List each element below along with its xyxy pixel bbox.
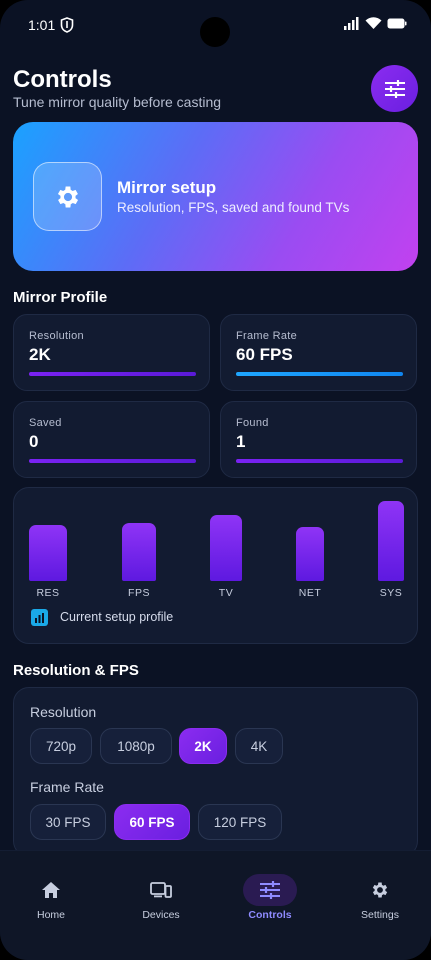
stat-label: Saved [29, 417, 62, 429]
chip-resolution-4k[interactable]: 4K [235, 728, 283, 764]
chip-frame-rate-60-fps[interactable]: 60 FPS [114, 804, 190, 840]
nav-label: Devices [142, 909, 180, 921]
nav-item-controls[interactable]: Controls [220, 851, 320, 960]
chip-resolution-720p[interactable]: 720p [30, 728, 92, 764]
stat-label: Frame Rate [236, 330, 298, 342]
hero-icon-box [33, 162, 102, 231]
nav-item-settings[interactable]: Settings [330, 851, 430, 960]
gear-icon [369, 880, 391, 900]
stat-bar [236, 459, 403, 463]
page-subtitle: Tune mirror quality before casting [13, 94, 222, 110]
stat-value: 60 FPS [236, 345, 293, 364]
stat-card-resolution: Resolution 2K [13, 314, 210, 391]
stat-value: 2K [29, 345, 51, 364]
sliders-icon [259, 880, 281, 900]
gear-icon [57, 186, 78, 207]
camera-cutout [200, 17, 230, 47]
chart-bar-sys [378, 501, 404, 581]
stat-card-saved: Saved 0 [13, 401, 210, 478]
chip-frame-rate-120-fps[interactable]: 120 FPS [198, 804, 282, 840]
chart-bar-tv [210, 515, 242, 581]
stat-value: 0 [29, 432, 39, 451]
stat-bar [236, 372, 403, 376]
chip-frame-rate-30-fps[interactable]: 30 FPS [30, 804, 106, 840]
sliders-icon [384, 79, 405, 98]
stat-bar [29, 459, 196, 463]
status-bar: 1:01 [0, 0, 431, 50]
shield-icon [60, 17, 74, 33]
setup-profile-chart: Current setup profile RES FPS TV NET SYS [13, 487, 418, 644]
chart-tick-label: SYS [379, 587, 403, 599]
tune-button[interactable] [371, 65, 418, 112]
nav-label: Settings [361, 909, 399, 921]
devices-icon [150, 880, 172, 900]
stat-card-found: Found 1 [220, 401, 417, 478]
status-icons [344, 17, 407, 30]
nav-label: Home [36, 909, 65, 921]
nav-item-home[interactable]: Home [1, 851, 101, 960]
chart-tick-label: TV [218, 587, 234, 599]
chart-tick-label: RES [36, 587, 60, 599]
chart-tick-label: FPS [128, 587, 150, 599]
chart-icon [31, 609, 48, 626]
hero-title: Mirror setup [117, 178, 217, 197]
bottom-nav: Home Devices Controls Settings [0, 850, 431, 960]
home-icon [40, 880, 62, 900]
mirror-profile-title: Mirror Profile [13, 289, 108, 306]
resolution-group-label: Resolution [30, 704, 97, 720]
hero-subtitle: Resolution, FPS, saved and found TVs [117, 200, 350, 215]
chart-bar-res [29, 525, 67, 581]
stat-card-frame-rate: Frame Rate 60 FPS [220, 314, 417, 391]
chip-resolution-1080p[interactable]: 1080p [100, 728, 172, 764]
signal-icon [344, 17, 359, 30]
nav-item-devices[interactable]: Devices [111, 851, 211, 960]
resolution-fps-card: Resolution Frame Rate 720p 1080p 2K 4K 30 FP… [13, 687, 418, 857]
stat-label: Found [236, 417, 269, 429]
chart-tick-label: NET [298, 587, 322, 599]
chart-bar-net [296, 527, 324, 581]
chart-bar-fps [122, 523, 156, 581]
stat-bar [29, 372, 196, 376]
battery-icon [387, 18, 407, 29]
mirror-setup-card[interactable]: Mirror setup Resolution, FPS, saved and … [13, 122, 418, 271]
status-time: 1:01 [28, 17, 56, 33]
stat-label: Resolution [29, 330, 84, 342]
nav-label: Controls [248, 909, 292, 921]
phone-screen: 1:01 Controls Tune mirror quality before… [0, 0, 431, 960]
stat-value: 1 [236, 432, 246, 451]
page-title: Controls [13, 66, 112, 93]
frame-rate-group-label: Frame Rate [30, 779, 104, 795]
resolution-fps-title: Resolution & FPS [13, 662, 139, 679]
chip-resolution-2k[interactable]: 2K [179, 728, 227, 764]
chart-legend: Current setup profile [60, 610, 174, 624]
wifi-icon [365, 17, 382, 29]
